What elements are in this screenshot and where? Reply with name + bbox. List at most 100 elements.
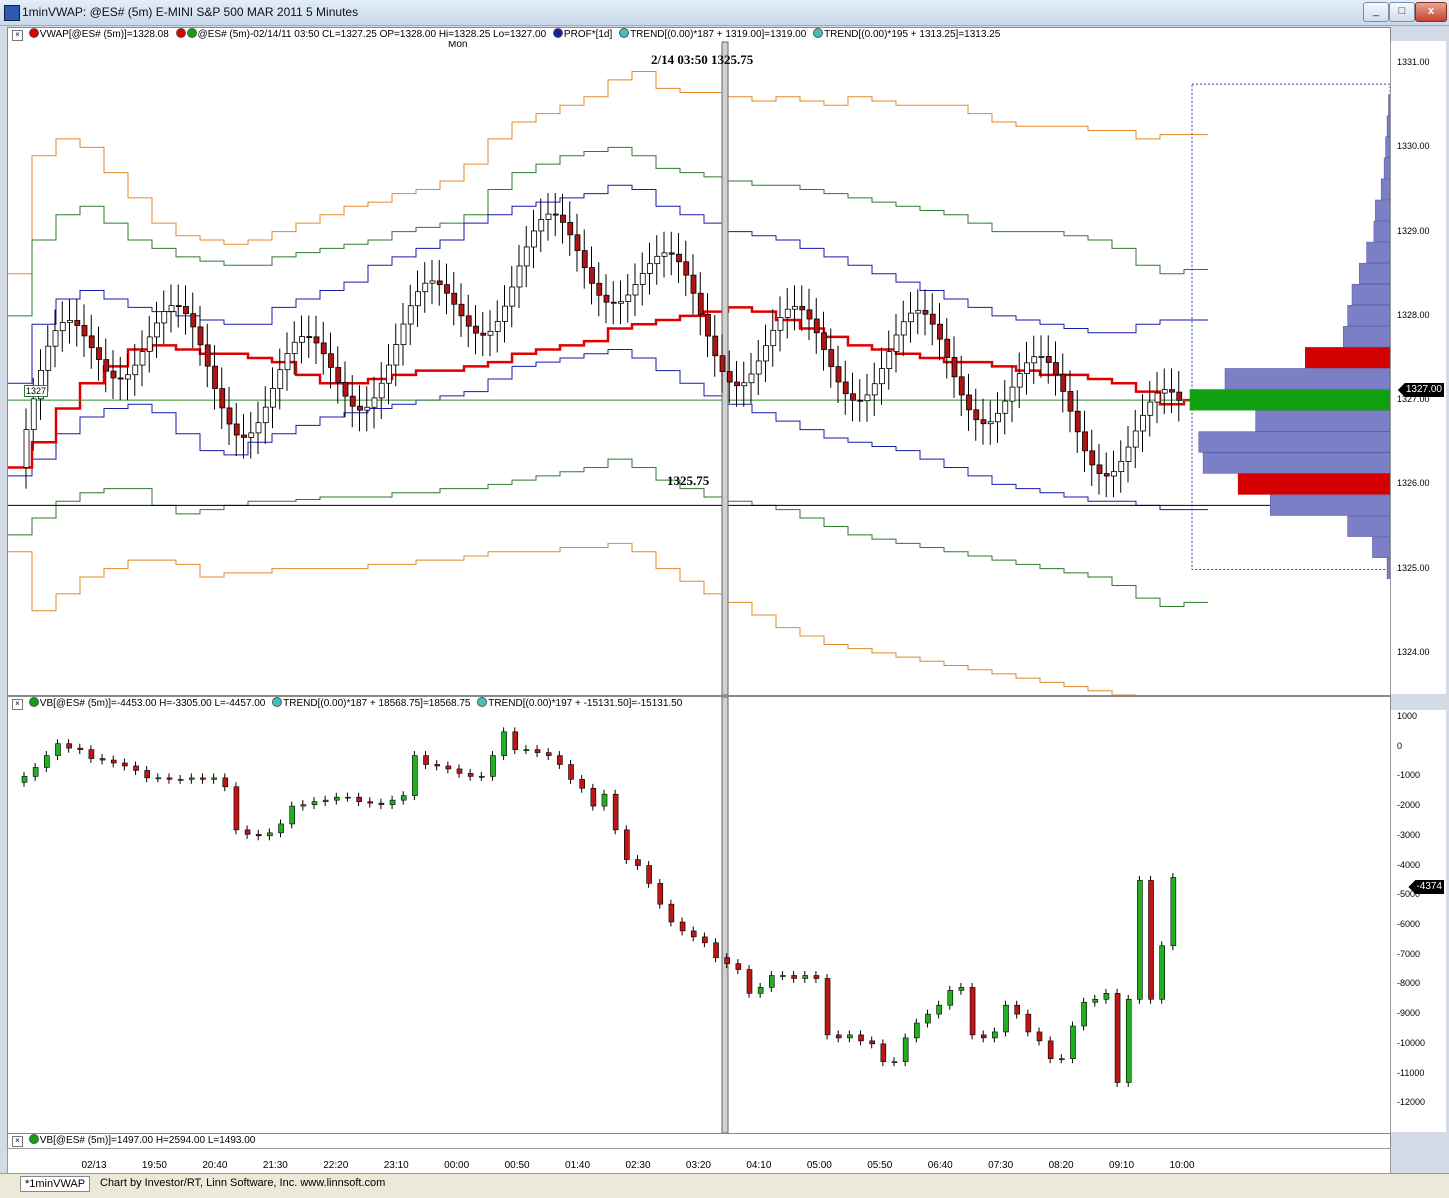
price-candle-body xyxy=(1103,473,1110,477)
price-candle xyxy=(1053,341,1059,396)
vb-candle xyxy=(367,797,374,808)
vb-candle xyxy=(222,773,229,792)
vb-candle-body xyxy=(1125,998,1132,1083)
vb-candle xyxy=(635,855,641,870)
price-candle xyxy=(509,265,516,328)
vb-scale[interactable]: -4374 1000 0 -1000 -2000 -3000 -4000 -5000 -600… xyxy=(1390,710,1446,1132)
vb-tick-label: -10000 xyxy=(1397,1037,1426,1048)
vb-candle-body xyxy=(255,834,262,837)
vb-candle-body xyxy=(300,804,307,807)
profile-bar xyxy=(1373,220,1390,242)
vb-tick-label: -9000 xyxy=(1397,1008,1421,1019)
price-candle xyxy=(1009,366,1016,423)
price-candle xyxy=(610,281,617,325)
vb-candle-body xyxy=(356,796,362,802)
price-candle-body xyxy=(654,255,661,265)
price-candle xyxy=(871,362,878,416)
tab-1minvwap[interactable]: *1minVWAP xyxy=(20,1176,91,1192)
vb-candle-body xyxy=(1159,945,1165,1000)
price-candle-body xyxy=(900,321,907,336)
price-candle xyxy=(879,347,885,405)
vb-candle-body xyxy=(389,799,396,805)
vb-candle xyxy=(278,819,284,838)
vb-candle-body xyxy=(99,758,106,761)
price-candle xyxy=(632,263,639,317)
vb-candle-body xyxy=(66,743,72,749)
small-price-tag: 1327 xyxy=(24,385,49,397)
vb-candle xyxy=(200,773,206,784)
credit-text: Chart by Investor/RT, Linn Software, Inc… xyxy=(100,1177,386,1189)
volume-legend: VB[@ES# (5m)]=1497.00 H=2594.00 L=1493.0… xyxy=(39,1135,256,1146)
vb-candle xyxy=(289,801,295,829)
price-candle xyxy=(668,231,675,276)
price-candle xyxy=(1089,429,1096,486)
vb-candle xyxy=(122,758,128,771)
vb-candle xyxy=(679,917,686,936)
close-button[interactable]: x xyxy=(1415,2,1447,22)
vb-candle-body xyxy=(1103,993,1110,1000)
price-tick-label: 1325.00 xyxy=(1397,562,1430,573)
vb-candle-body xyxy=(702,936,708,944)
price-candle xyxy=(146,315,153,373)
vb-candle-body xyxy=(936,1004,942,1015)
maximize-button[interactable]: □ xyxy=(1389,2,1415,22)
price-candle-body xyxy=(349,395,356,407)
price-tick-label: 1329.00 xyxy=(1397,225,1430,236)
price-candle-body xyxy=(683,261,690,276)
price-candle-body xyxy=(88,335,95,349)
vb-candle-body xyxy=(155,777,162,780)
vb-pane-close-icon[interactable]: × xyxy=(12,699,23,710)
bars-legend-icon-green xyxy=(186,28,197,38)
price-candle xyxy=(393,323,400,387)
vb-candle-body xyxy=(780,975,786,977)
price-candle-body xyxy=(618,301,624,304)
price-candle-body xyxy=(444,284,450,294)
price-candle xyxy=(545,193,552,241)
price-candle-body xyxy=(726,371,733,383)
price-candle-body xyxy=(886,351,893,369)
price-candle-body xyxy=(154,322,160,338)
price-chart-pane[interactable]: × VWAP[@ES# (5m)]=1328.08 @ES# (5m)-02/1… xyxy=(7,27,1391,696)
price-candle xyxy=(581,229,588,289)
price-candle-body xyxy=(415,291,421,307)
minimize-button[interactable]: _ xyxy=(1363,2,1389,22)
vb-candle xyxy=(1025,1009,1032,1037)
trend1-legend-icon xyxy=(619,28,630,38)
price-candle-body xyxy=(560,214,566,223)
vb-candle-body xyxy=(635,859,641,866)
price-scale[interactable]: 1327.00 1331.00 1330.00 1329.00 1328.00 1327… xyxy=(1390,41,1446,694)
vb-candle xyxy=(590,783,597,811)
vb-candle-body xyxy=(769,975,775,988)
volume-pane-close-icon[interactable]: × xyxy=(12,1136,23,1147)
vb-candle-body xyxy=(334,796,340,801)
price-candle-body xyxy=(197,326,204,346)
vb-chart-pane[interactable]: × VB[@ES# (5m)]=-4453.00 H=-3305.00 L=-4… xyxy=(7,696,1391,1134)
price-candle xyxy=(886,330,893,390)
vb-candle-body xyxy=(646,865,652,884)
vb-candle xyxy=(423,751,429,769)
vb-candle xyxy=(880,1039,887,1067)
bars-legend: @ES# (5m)-02/14/11 03:50 CL=1327.25 OP=1… xyxy=(197,29,547,40)
price-candle xyxy=(603,274,610,324)
trend2-legend: TREND[(0.00)*195 + 1313.25]=1313.25 xyxy=(824,29,1001,40)
price-candle xyxy=(937,303,943,361)
price-candle-body xyxy=(937,323,943,340)
vb-candle-body xyxy=(423,755,429,765)
price-candle xyxy=(378,362,385,419)
vb-candle xyxy=(44,751,50,772)
vb-candle-body xyxy=(244,829,251,835)
price-pane-close-icon[interactable]: × xyxy=(12,30,23,41)
price-candle-body xyxy=(320,342,327,355)
vb-candle xyxy=(479,771,485,781)
vb-candle xyxy=(668,899,675,927)
tab-bar: *1minVWAP Chart by Investor/RT, Linn Sof… xyxy=(0,1173,1449,1198)
volume-pane[interactable]: × VB[@ES# (5m)]=1497.00 H=2594.00 L=1493… xyxy=(7,1133,1391,1149)
vb-candle-body xyxy=(501,731,507,756)
price-candle-body xyxy=(552,213,559,216)
vb-candle xyxy=(1148,875,1154,1004)
time-tick-label: 21:30 xyxy=(262,1160,288,1171)
price-candle xyxy=(842,360,849,415)
price-candle xyxy=(226,386,233,446)
vb-candle xyxy=(378,798,385,810)
price-tick-label: 1326.00 xyxy=(1397,478,1430,489)
